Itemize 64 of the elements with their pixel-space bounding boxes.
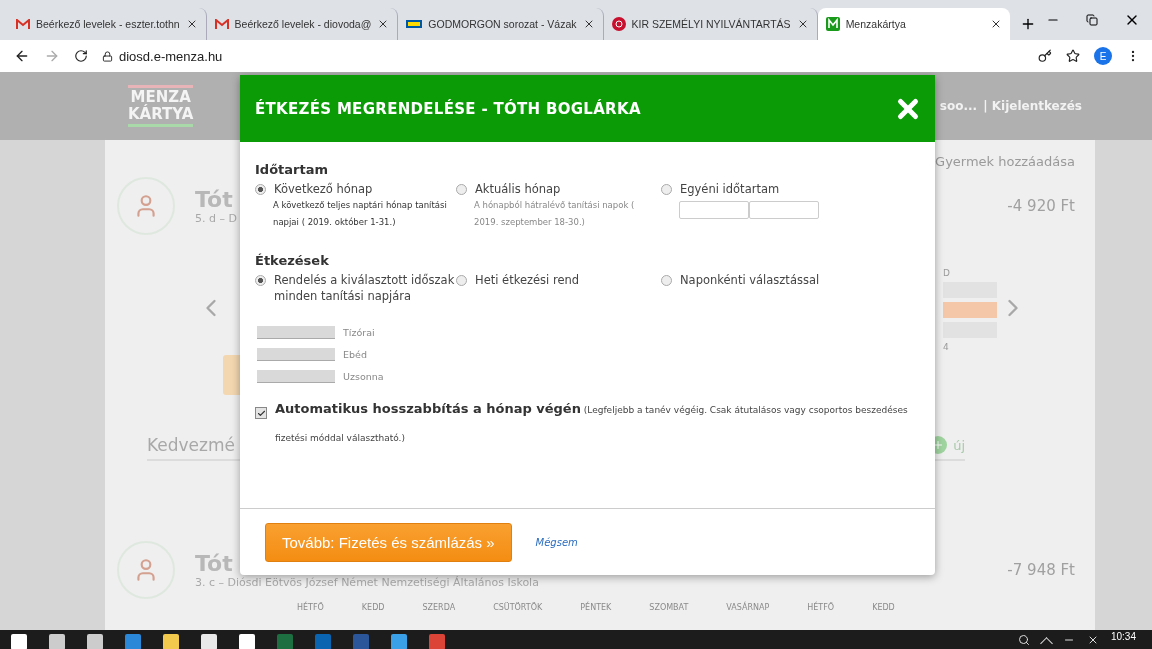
envelope-icon: [214, 18, 229, 30]
address-field[interactable]: diosd.e-menza.hu: [119, 48, 223, 64]
calendar-number: 4: [943, 342, 950, 352]
option-description: A hónapból hátralévő tanítási napok ( 2019. szeptember 18-30.): [474, 199, 636, 229]
meal-bar[interactable]: [257, 348, 335, 361]
meal-label: Ebéd: [343, 349, 367, 360]
radio-button[interactable]: [255, 184, 266, 195]
discount-heading: Kedvezmé: [147, 435, 235, 455]
option-label[interactable]: Heti étkezési rend: [475, 272, 580, 288]
radio-button[interactable]: [456, 275, 467, 286]
balance-amount: -7 948 Ft: [1007, 561, 1075, 579]
child-class: 3. c – Diósdi Eötvös József Német Nemzetiségi Általános Iskola: [195, 576, 539, 589]
option-description: A következő teljes naptári hónap tanítási napjai ( 2019. október 1-31.): [273, 199, 448, 229]
square-logo-icon: [825, 17, 840, 31]
weekday-label: PÉNTEK: [580, 603, 612, 612]
option-label[interactable]: Egyéni időtartam: [680, 181, 780, 197]
button-background: [223, 355, 243, 395]
browser-tab[interactable]: Menzakártya: [817, 8, 1010, 40]
back-icon[interactable]: [14, 48, 30, 64]
option-label[interactable]: Következő hónap: [274, 181, 373, 197]
option-label[interactable]: Naponkénti választással: [680, 272, 820, 288]
calendar-header: D: [943, 268, 951, 278]
dialog-title: ÉTKEZÉS MEGRENDELÉSE - TÓTH BOGLÁRKA: [255, 99, 641, 118]
end-date-field[interactable]: [749, 201, 819, 219]
envelope-icon: [16, 18, 30, 30]
meal-label: Tízórai: [343, 327, 375, 338]
meal-bar[interactable]: [257, 326, 335, 339]
auto-renew-text: Automatikus hosszabbítás a hónap végén (Legfeljebb a tanév végéig. Csak átutalásos vagy csoportos beszedéses fizetési móddal választható.): [275, 400, 909, 445]
calendar-cell: [943, 302, 997, 318]
weekday-label: VASÁRNAP: [726, 603, 770, 612]
option-label[interactable]: Rendelés a kiválasztott időszak minden tanítási napjára: [274, 272, 456, 304]
checkbox[interactable]: [255, 407, 267, 419]
round-logo-icon: [611, 17, 626, 31]
profile-avatar[interactable]: E: [1094, 47, 1112, 65]
avatar-placeholder: [117, 177, 175, 235]
forward-icon[interactable]: [44, 48, 60, 64]
child-class: 5. d – D: [195, 212, 237, 225]
radio-button[interactable]: [661, 184, 672, 195]
radio-button[interactable]: [456, 184, 467, 195]
radio-button[interactable]: [661, 275, 672, 286]
cancel-link[interactable]: Mégsem: [535, 536, 578, 548]
start-date-field[interactable]: [679, 201, 749, 219]
clock-time[interactable]: 10:34: [1110, 631, 1136, 642]
balance-amount: -4 920 Ft: [1007, 197, 1075, 215]
weekday-label: HÉTFŐ: [807, 603, 835, 612]
weekday-label: CSÜTÖRTÖK: [493, 603, 543, 612]
option-label[interactable]: Aktuális hónap: [475, 181, 561, 197]
weekday-label: KEDD: [361, 603, 385, 612]
radio-button[interactable]: [255, 275, 266, 286]
store-logo-icon: [406, 20, 423, 28]
weekday-label: SZERDA: [422, 603, 456, 612]
restore-icon[interactable]: [1086, 14, 1098, 26]
key-icon[interactable]: [1038, 49, 1052, 63]
meal-label: Uzsonna: [343, 371, 384, 382]
bookmark-star-icon[interactable]: [1066, 49, 1080, 63]
meal-bar[interactable]: [257, 370, 335, 383]
section-heading: Időtartam: [255, 162, 329, 177]
section-heading: Étkezések: [255, 253, 330, 268]
avatar-placeholder: [117, 541, 175, 599]
lock-icon: [102, 50, 113, 62]
weekday-label: KEDD: [872, 603, 895, 612]
reload-icon[interactable]: [74, 49, 88, 63]
weekday-label: SZOMBAT: [649, 603, 689, 612]
weekday-label: HÉTFŐ: [297, 603, 324, 612]
